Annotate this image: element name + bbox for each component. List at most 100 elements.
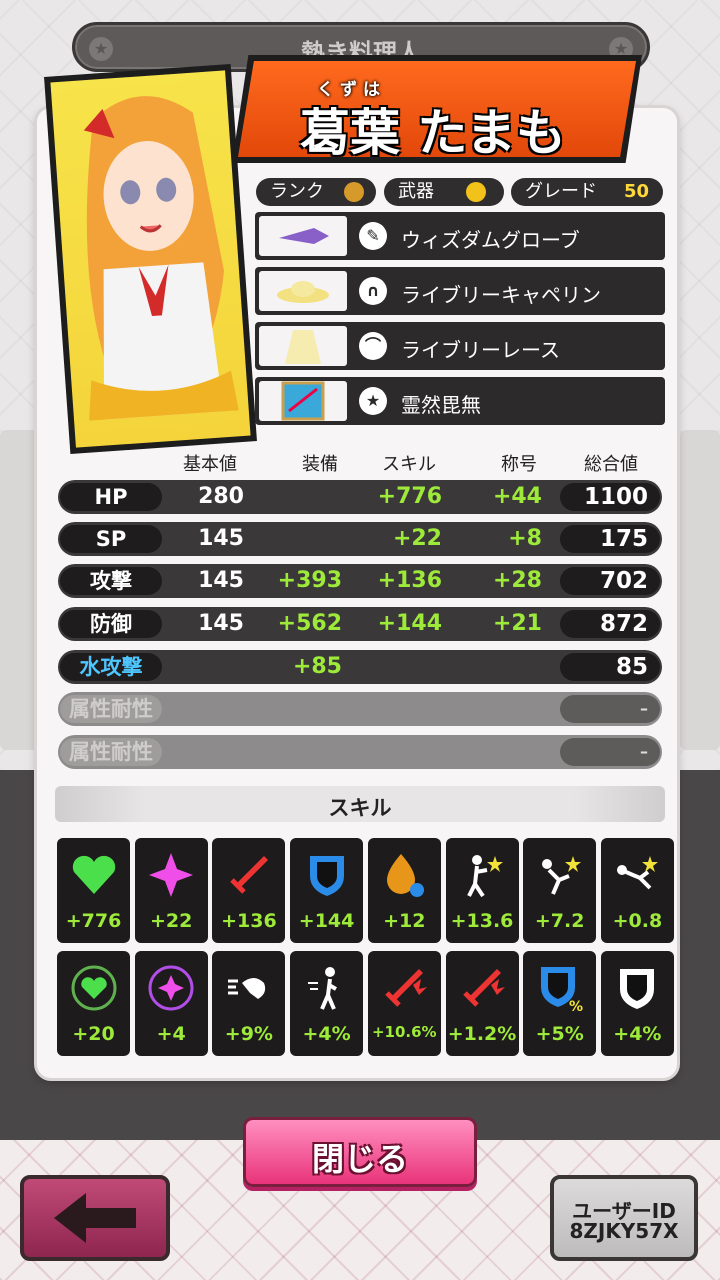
skill-tile[interactable]: +10.6% [367,951,441,1056]
hat-thumbnail [259,271,347,311]
heart-ring-icon [65,957,122,1019]
stat-base: 145 [198,611,244,636]
stat-base: 145 [198,568,244,593]
skill-value: +144 [298,910,355,932]
skill-value: +136 [221,910,277,932]
equipment-name: ライブリーレース [401,338,560,362]
skill-tile[interactable]: +20 [57,951,130,1056]
stat-skill: +136 [377,568,442,593]
skill-value: +1.2% [447,1023,517,1045]
skill-tile[interactable]: +12 [367,838,441,943]
skill-tile[interactable]: +144 [290,838,364,943]
stat-equip: +562 [277,611,342,636]
stat-base: 145 [198,526,244,551]
back-arrow-icon [54,1193,136,1243]
skill-tile[interactable]: +22 [134,838,208,943]
dash-icon [220,957,277,1019]
equipment-head[interactable]: ∩ ライブリーキャペリン [255,267,665,315]
skill-tile[interactable]: +136 [212,838,286,943]
equipment-weapon[interactable]: ✎ ウィズダムグローブ [255,212,665,260]
heart-icon [65,844,122,906]
white-shield-icon [609,957,666,1019]
stat-label: 水攻撃 [60,653,162,681]
close-button[interactable]: 閉じる [243,1117,477,1187]
stat-label: SP [60,525,162,553]
skill-tile[interactable]: +13.6 [445,838,519,943]
weapon-icon [466,182,486,202]
skill-tile[interactable]: +1.2% [445,951,519,1056]
grade-chip: グレード 50 [511,178,663,206]
skill-tile[interactable]: +7.2 [523,838,597,943]
equipment-body[interactable]: ⌒ ライブリーレース [255,322,665,370]
stat-title: +44 [492,484,542,509]
skill-value: +10.6% [371,1023,437,1041]
stat-row: 属性耐性 – [58,735,662,769]
skill-tile[interactable]: +4% [290,951,364,1056]
stat-label: 攻撃 [60,567,162,595]
glove-icon: ✎ [359,222,387,250]
character-portrait [44,63,257,455]
skill-value: +12 [383,910,426,932]
shield-icon [298,844,355,906]
header-base: 基本値 [183,454,237,475]
character-illustration [83,96,239,421]
character-name: 葛葉 たまも [300,104,566,162]
stat-label: 属性耐性 [60,738,162,766]
figure-icon [454,844,511,906]
stat-skill: +144 [377,611,442,636]
stat-base: 280 [198,484,244,509]
header-skill: スキル [382,454,436,475]
headphones-icon: ∩ [359,277,387,305]
stat-total: 1100 [560,483,660,511]
run-icon [298,957,355,1019]
skill-tile[interactable]: % +5% [523,951,597,1056]
header-total: 総合値 [584,454,638,475]
equipment-name: ウィズダムグローブ [401,228,580,252]
skill-value: +13.6 [450,910,514,932]
stat-label: 属性耐性 [60,695,162,723]
stat-total: 872 [560,610,660,638]
equipment-accessory[interactable]: ★ 霊然毘無 [255,377,665,425]
stat-total: 702 [560,567,660,595]
stat-label: HP [60,483,162,511]
shield-percent-icon: % [531,957,588,1019]
skill-value: +22 [150,910,193,932]
left-side-card [0,430,40,750]
stat-total: 85 [560,653,660,681]
skill-tile[interactable]: +776 [57,838,130,943]
rank-medal-icon [344,182,364,202]
sword-icon [220,844,277,906]
stat-row: SP 145 +22 +8 175 [58,522,662,556]
stat-title: +21 [492,611,542,636]
skill-tile[interactable]: +9% [212,951,286,1056]
star-icon: ★ [359,387,387,415]
stat-row: 属性耐性 – [58,692,662,726]
stat-total: – [560,738,660,766]
cape-icon: ⌒ [359,332,387,360]
skill-value: +9% [224,1023,273,1045]
skill-value: +4% [613,1023,662,1045]
sparkle-icon [143,844,200,906]
skill-value: +7.2 [534,910,585,932]
grade-value: 50 [623,181,649,202]
weapon-chip: 武器 [384,178,504,206]
rank-chip: ランク [256,178,376,206]
stat-row: 攻撃 145 +393 +136 +28 702 [58,564,662,598]
back-button[interactable] [20,1175,170,1261]
skill-tile[interactable]: +0.8 [600,838,674,943]
stat-title: +28 [492,568,542,593]
header-equip: 装備 [302,454,338,475]
kick-icon [531,844,588,906]
header-title: 称号 [501,454,537,475]
stat-skill: +22 [392,526,442,551]
skill-tile[interactable]: +4% [600,951,674,1056]
card-thumbnail [259,381,347,421]
skill-value: +5% [535,1023,584,1045]
skill-value: +4 [156,1023,186,1045]
stat-title: +8 [508,526,542,551]
user-id-button[interactable]: ユーザーID 8ZJKY57X [550,1175,698,1261]
flame-drop-icon [376,844,433,906]
stat-equip: +393 [277,568,342,593]
skill-tile[interactable]: +4 [134,951,208,1056]
weapon-thumbnail [259,216,347,256]
